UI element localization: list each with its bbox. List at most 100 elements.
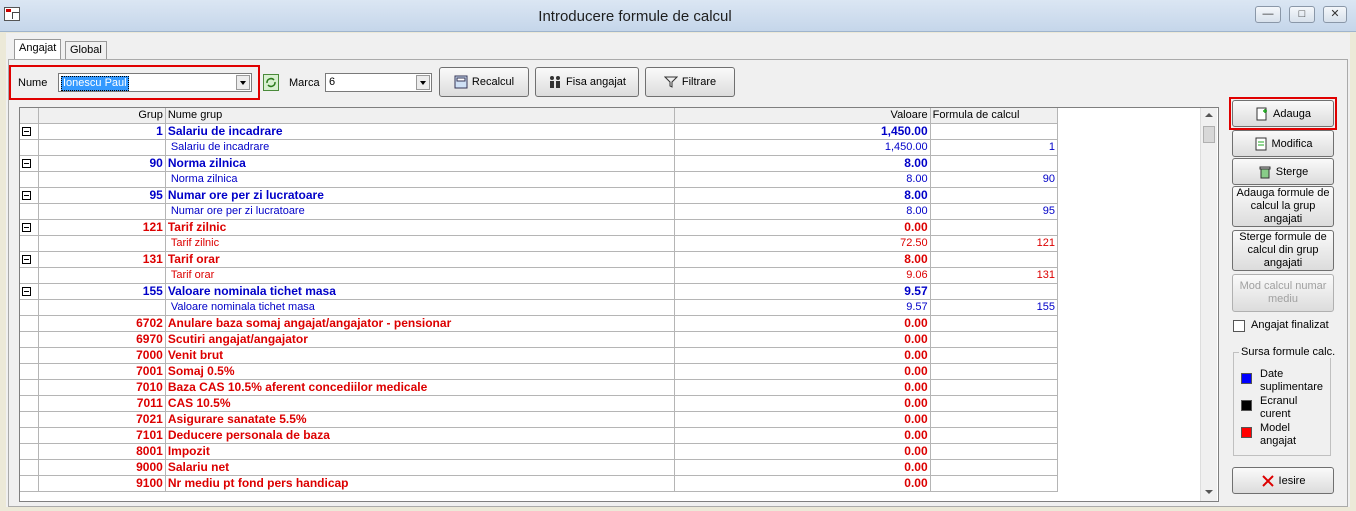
formula-table: Grup Nume grup Valoare Formula de calcul… — [20, 108, 1059, 492]
row-expander — [20, 139, 39, 156]
maximize-button[interactable]: □ — [1289, 6, 1315, 23]
nume-label: Nume — [18, 77, 48, 89]
legend-swatch-red — [1241, 427, 1252, 438]
formula-grid[interactable]: Grup Nume grup Valoare Formula de calcul… — [19, 107, 1219, 502]
scroll-down-icon[interactable] — [1201, 485, 1217, 501]
collapse-icon[interactable] — [22, 223, 31, 233]
window-title: Introducere formule de calcul — [538, 8, 732, 25]
table-row[interactable]: 6702 Anulare baza somaj angajat/angajator… — [20, 315, 1059, 332]
modifica-button[interactable]: Modifica — [1232, 130, 1334, 157]
table-row[interactable]: 8001 Impozit 0.00 — [20, 443, 1059, 460]
table-row[interactable]: 1 Salariu de incadrare 1,450.00 — [20, 123, 1059, 140]
sterge-button[interactable]: Sterge — [1232, 158, 1334, 185]
cell-formula — [930, 283, 1059, 300]
column-header-grup[interactable]: Grup — [38, 108, 166, 124]
row-expander — [20, 395, 39, 412]
row-expander[interactable] — [20, 251, 39, 268]
trash-icon — [1258, 165, 1272, 179]
cell-grup: 7000 — [38, 347, 166, 364]
collapse-icon[interactable] — [22, 127, 31, 137]
tab-page-angajat: Nume Ionescu Paul Marca 6 Recalcul Fisa … — [8, 59, 1348, 507]
table-row[interactable]: 7011 CAS 10.5% 0.00 — [20, 395, 1059, 412]
table-row[interactable]: 7000 Venit brut 0.00 — [20, 347, 1059, 364]
row-expander[interactable] — [20, 123, 39, 140]
vertical-scrollbar[interactable] — [1200, 108, 1217, 501]
row-expander[interactable] — [20, 187, 39, 204]
column-header-nume-grup[interactable]: Nume grup — [165, 108, 676, 124]
table-row[interactable]: Tarif orar 9.06 131 — [20, 267, 1059, 284]
table-row[interactable]: 95 Numar ore per zi lucratoare 8.00 — [20, 187, 1059, 204]
cell-grup — [38, 267, 166, 284]
marca-combobox[interactable]: 6 — [325, 73, 432, 92]
row-expander — [20, 267, 39, 284]
table-row[interactable]: 7010 Baza CAS 10.5% aferent concediilor m… — [20, 379, 1059, 396]
chevron-down-icon[interactable] — [236, 75, 250, 90]
table-row[interactable]: 6970 Scutiri angajat/angajator 0.00 — [20, 331, 1059, 348]
table-row[interactable]: Salariu de incadrare 1,450.00 1 — [20, 139, 1059, 156]
table-row[interactable]: 155 Valoare nominala tichet masa 9.57 — [20, 283, 1059, 300]
column-header-valoare[interactable]: Valoare — [674, 108, 931, 124]
row-expander[interactable] — [20, 155, 39, 172]
table-row[interactable]: 7021 Asigurare sanatate 5.5% 0.00 — [20, 411, 1059, 428]
column-header-formula[interactable]: Formula de calcul — [930, 108, 1059, 124]
filtrare-button[interactable]: Filtrare — [645, 67, 735, 97]
nume-combobox[interactable]: Ionescu Paul — [58, 73, 252, 92]
row-expander — [20, 203, 39, 220]
scroll-up-icon[interactable] — [1201, 108, 1217, 124]
cell-valoare: 0.00 — [674, 395, 931, 412]
cell-nume-grup: Deducere personala de baza — [165, 427, 676, 444]
filtrare-label: Filtrare — [681, 76, 717, 88]
cell-formula — [930, 331, 1059, 348]
chevron-down-icon[interactable] — [416, 75, 430, 90]
cell-formula: 90 — [930, 171, 1059, 188]
close-button[interactable]: ✕ — [1323, 6, 1347, 23]
collapse-icon[interactable] — [22, 159, 31, 169]
tab-angajat[interactable]: Angajat — [14, 39, 62, 59]
table-row[interactable]: Norma zilnica 8.00 90 — [20, 171, 1059, 188]
edit-document-icon — [1254, 137, 1268, 151]
adauga-grup-button[interactable]: Adauga formule de calcul la grup angajat… — [1232, 186, 1334, 227]
row-expander[interactable] — [20, 219, 39, 236]
sterge-grup-button[interactable]: Sterge formule de calcul din grup angaja… — [1232, 230, 1334, 271]
table-row[interactable]: Numar ore per zi lucratoare 8.00 95 — [20, 203, 1059, 220]
table-row[interactable]: 7101 Deducere personala de baza 0.00 — [20, 427, 1059, 444]
table-row[interactable]: 90 Norma zilnica 8.00 — [20, 155, 1059, 172]
row-expander[interactable] — [20, 283, 39, 300]
collapse-icon[interactable] — [22, 287, 31, 297]
cell-formula — [930, 443, 1059, 460]
cell-valoare: 0.00 — [674, 443, 931, 460]
tab-global[interactable]: Global — [65, 41, 107, 59]
cell-nume-grup: Salariu de incadrare — [165, 139, 676, 156]
recalcul-button[interactable]: Recalcul — [439, 67, 529, 97]
cell-nume-grup: Tarif zilnic — [165, 219, 676, 236]
mod-calcul-button[interactable]: Mod calcul numar mediu — [1232, 274, 1334, 312]
cell-nume-grup: Norma zilnica — [165, 171, 676, 188]
cell-formula — [930, 459, 1059, 476]
table-row[interactable]: 121 Tarif zilnic 0.00 — [20, 219, 1059, 236]
row-expander — [20, 427, 39, 444]
table-row[interactable]: 9100 Nr mediu pt fond pers handicap 0.00 — [20, 475, 1059, 492]
table-row[interactable]: Tarif zilnic 72.50 121 — [20, 235, 1059, 252]
row-expander — [20, 347, 39, 364]
adauga-button[interactable]: Adauga — [1232, 100, 1334, 127]
collapse-icon[interactable] — [22, 191, 31, 201]
cell-valoare: 9.57 — [674, 299, 931, 316]
table-row[interactable]: Valoare nominala tichet masa 9.57 155 — [20, 299, 1059, 316]
cell-formula — [930, 379, 1059, 396]
cell-nume-grup: Salariu de incadrare — [165, 123, 676, 140]
collapse-icon[interactable] — [22, 255, 31, 265]
cell-valoare: 0.00 — [674, 475, 931, 492]
table-row[interactable]: 7001 Somaj 0.5% 0.00 — [20, 363, 1059, 380]
fisa-angajat-button[interactable]: Fisa angajat — [535, 67, 639, 97]
cell-grup — [38, 235, 166, 252]
adauga-grup-label: Adauga formule de calcul la grup angajat… — [1236, 187, 1330, 225]
minimize-button[interactable]: — — [1255, 6, 1281, 23]
angajat-finalizat-checkbox[interactable] — [1233, 320, 1245, 332]
scroll-thumb[interactable] — [1203, 126, 1215, 143]
table-row[interactable]: 131 Tarif orar 8.00 — [20, 251, 1059, 268]
iesire-button[interactable]: Iesire — [1232, 467, 1334, 494]
table-row[interactable]: 9000 Salariu net 0.00 — [20, 459, 1059, 476]
refresh-icon[interactable] — [263, 74, 279, 91]
marca-value: 6 — [329, 76, 336, 88]
sterge-grup-label: Sterge formule de calcul din grup angaja… — [1239, 231, 1327, 269]
